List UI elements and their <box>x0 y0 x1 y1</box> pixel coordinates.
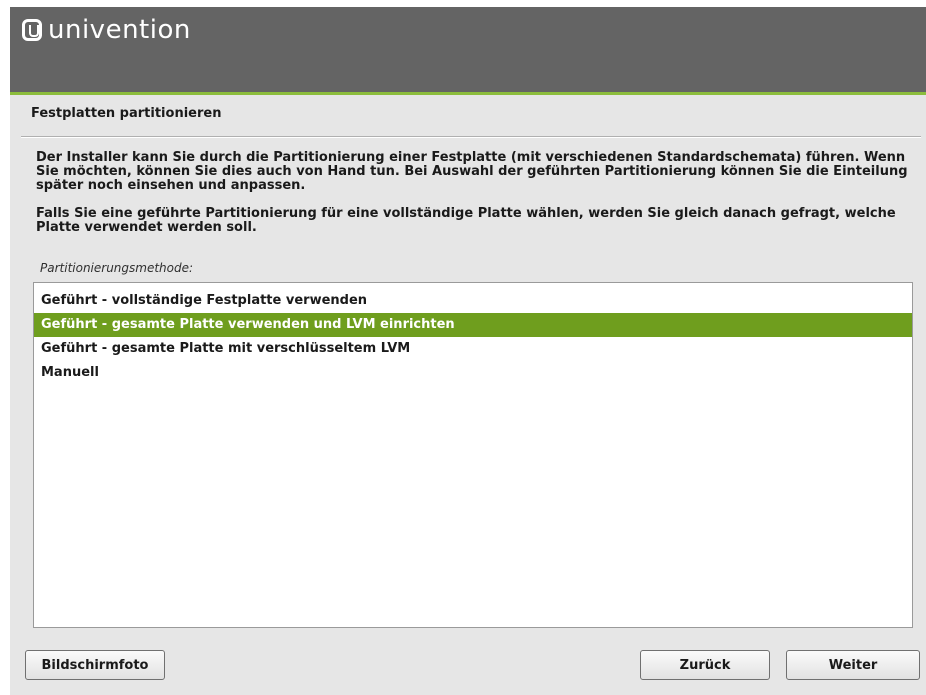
list-item-guided-encrypted-lvm[interactable]: Geführt - gesamte Platte mit verschlüsse… <box>34 337 912 361</box>
univention-logo: univention <box>22 15 191 45</box>
description-paragraph-1: Der Installer kann Sie durch die Partiti… <box>36 150 908 193</box>
back-button[interactable]: Zurück <box>640 650 770 680</box>
installer-window: univention Festplatten partitionieren De… <box>10 7 926 695</box>
list-item-manual[interactable]: Manuell <box>34 361 912 385</box>
header-bar: univention <box>10 7 926 95</box>
next-button[interactable]: Weiter <box>786 650 920 680</box>
partition-method-label: Partitionierungsmethode: <box>40 261 194 275</box>
description-paragraph-2: Falls Sie eine geführte Partitionierung … <box>36 206 896 235</box>
list-item-guided-full-disk[interactable]: Geführt - vollständige Festplatte verwen… <box>34 289 912 313</box>
screenshot-button[interactable]: Bildschirmfoto <box>25 650 165 680</box>
description: Der Installer kann Sie durch die Partiti… <box>36 151 916 249</box>
page-title: Festplatten partitionieren <box>31 106 222 121</box>
list-item-guided-lvm[interactable]: Geführt - gesamte Platte verwenden und L… <box>34 313 912 337</box>
logo-text: univention <box>48 15 191 45</box>
title-divider <box>21 136 921 138</box>
partition-method-list[interactable]: Geführt - vollständige Festplatte verwen… <box>33 282 913 628</box>
univention-logo-icon <box>22 19 42 41</box>
